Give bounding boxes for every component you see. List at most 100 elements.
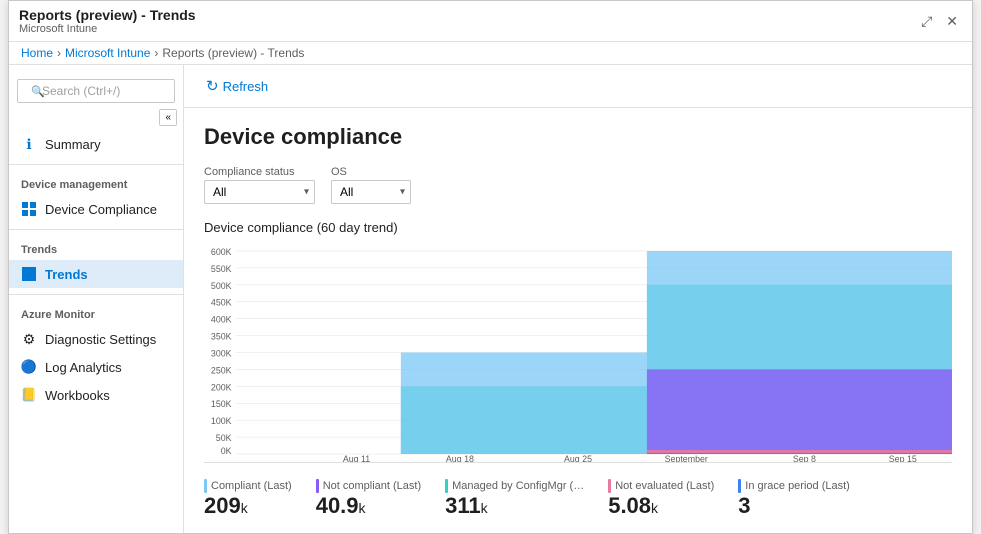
window-controls: ⤢ ✕ bbox=[917, 11, 962, 32]
legend-configmgr: Managed by ConfigMgr (… 311k bbox=[445, 479, 584, 517]
svg-text:500K: 500K bbox=[211, 281, 232, 291]
sidebar-item-device-compliance[interactable]: Device Compliance bbox=[9, 195, 183, 223]
sidebar-item-diagnostic-settings[interactable]: ⚙ Diagnostic Settings bbox=[9, 325, 183, 353]
app-window: Reports (preview) - Trends Microsoft Int… bbox=[8, 0, 973, 534]
legend-value-configmgr: 311k bbox=[445, 495, 584, 517]
content-area: ↻ Refresh Device compliance Compliance s… bbox=[184, 65, 972, 533]
sidebar-item-workbooks[interactable]: 📒 Workbooks bbox=[9, 381, 183, 409]
refresh-icon: ↻ bbox=[206, 77, 219, 95]
close-button[interactable]: ✕ bbox=[942, 11, 962, 32]
svg-text:400K: 400K bbox=[211, 315, 232, 325]
search-container: 🔍 bbox=[17, 79, 175, 103]
chart-section: Device compliance (60 day trend) 600K 55… bbox=[204, 220, 952, 517]
legend-value-not-evaluated: 5.08k bbox=[608, 495, 714, 517]
legend-color-grace-period bbox=[738, 479, 741, 493]
legend-label-not-compliant: Not compliant (Last) bbox=[323, 480, 421, 492]
sidebar-section-device-management: Device management bbox=[9, 171, 183, 195]
title-bar: Reports (preview) - Trends Microsoft Int… bbox=[9, 1, 972, 42]
legend-unit-configmgr: k bbox=[481, 500, 488, 516]
svg-text:300K: 300K bbox=[211, 348, 232, 358]
legend-unit-not-compliant: k bbox=[359, 500, 366, 516]
svg-text:Aug 11: Aug 11 bbox=[343, 454, 370, 462]
compliance-status-filter: Compliance status All Compliant Not comp… bbox=[204, 166, 315, 204]
sidebar-section-trends: Trends bbox=[9, 236, 183, 260]
compliance-status-label: Compliance status bbox=[204, 166, 315, 178]
sidebar-item-label: Log Analytics bbox=[45, 360, 122, 375]
sidebar-item-trends[interactable]: Trends bbox=[9, 260, 183, 288]
diagnostic-settings-icon: ⚙ bbox=[21, 331, 37, 347]
svg-text:September: September bbox=[665, 454, 708, 462]
legend-value-grace-period: 3 bbox=[738, 495, 850, 517]
legend-label-compliant: Compliant (Last) bbox=[211, 480, 292, 492]
svg-text:200K: 200K bbox=[211, 382, 232, 392]
page-title: Device compliance bbox=[204, 124, 952, 150]
sidebar-collapse-button[interactable]: « bbox=[159, 109, 177, 126]
breadcrumb-intune[interactable]: Microsoft Intune bbox=[65, 46, 150, 60]
workbooks-icon: 📒 bbox=[21, 387, 37, 403]
legend-unit-not-evaluated: k bbox=[651, 500, 658, 516]
os-select-wrapper: All Windows iOS Android macOS bbox=[331, 180, 411, 204]
divider-1 bbox=[9, 164, 183, 165]
divider-2 bbox=[9, 229, 183, 230]
legend-color-configmgr bbox=[445, 479, 448, 493]
sidebar-item-log-analytics[interactable]: 🔵 Log Analytics bbox=[9, 353, 183, 381]
os-select[interactable]: All Windows iOS Android macOS bbox=[331, 180, 411, 204]
sidebar-item-label: Diagnostic Settings bbox=[45, 332, 156, 347]
maximize-button[interactable]: ⤢ bbox=[917, 11, 936, 32]
trends-icon bbox=[21, 266, 37, 282]
svg-text:0K: 0K bbox=[221, 446, 232, 456]
filter-row: Compliance status All Compliant Not comp… bbox=[204, 166, 952, 204]
sidebar-item-label: Device Compliance bbox=[45, 202, 157, 217]
refresh-label: Refresh bbox=[223, 79, 269, 94]
device-compliance-icon bbox=[21, 201, 37, 217]
svg-text:550K: 550K bbox=[211, 264, 232, 274]
legend-compliant: Compliant (Last) 209k bbox=[204, 479, 292, 517]
svg-text:50K: 50K bbox=[216, 433, 232, 443]
sidebar-item-label: Summary bbox=[45, 137, 101, 152]
sidebar-item-summary[interactable]: ℹ Summary bbox=[9, 130, 183, 158]
chart-title: Device compliance (60 day trend) bbox=[204, 220, 952, 235]
sidebar-item-label: Trends bbox=[45, 267, 88, 282]
chart-svg: 600K 550K 500K 450K 400K 350K 300K 250K … bbox=[204, 243, 952, 462]
svg-text:100K: 100K bbox=[211, 416, 232, 426]
legend-not-compliant: Not compliant (Last) 40.9k bbox=[316, 479, 421, 517]
refresh-button[interactable]: ↻ Refresh bbox=[200, 73, 274, 99]
legend-not-evaluated: Not evaluated (Last) 5.08k bbox=[608, 479, 714, 517]
legend-label-configmgr: Managed by ConfigMgr (… bbox=[452, 480, 584, 492]
svg-text:250K: 250K bbox=[211, 365, 232, 375]
content-body: Device compliance Compliance status All … bbox=[184, 108, 972, 533]
legend-label-not-evaluated: Not evaluated (Last) bbox=[615, 480, 714, 492]
svg-text:Aug 25: Aug 25 bbox=[564, 454, 592, 462]
svg-text:150K: 150K bbox=[211, 399, 232, 409]
sidebar-search-wrapper: 🔍 bbox=[9, 73, 183, 109]
compliance-status-select[interactable]: All Compliant Not compliant Not evaluate… bbox=[204, 180, 315, 204]
os-label: OS bbox=[331, 166, 411, 178]
svg-text:Sep 15: Sep 15 bbox=[889, 454, 917, 462]
breadcrumb: Home › Microsoft Intune › Reports (previ… bbox=[9, 42, 972, 65]
log-analytics-icon: 🔵 bbox=[21, 359, 37, 375]
legend-value-not-compliant: 40.9k bbox=[316, 495, 421, 517]
search-icon: 🔍 bbox=[31, 85, 45, 98]
title-bar-left: Reports (preview) - Trends Microsoft Int… bbox=[19, 7, 196, 35]
legend-label-grace-period: In grace period (Last) bbox=[745, 480, 850, 492]
window-title: Reports (preview) - Trends bbox=[19, 7, 196, 23]
window-subtitle: Microsoft Intune bbox=[19, 23, 196, 35]
legend-color-not-evaluated bbox=[608, 479, 611, 493]
legend-value-compliant: 209k bbox=[204, 495, 292, 517]
svg-text:Sep 8: Sep 8 bbox=[793, 454, 816, 462]
info-icon: ℹ bbox=[21, 136, 37, 152]
legend-unit-compliant: k bbox=[241, 500, 248, 516]
legend-color-not-compliant bbox=[316, 479, 319, 493]
compliance-status-select-wrapper: All Compliant Not compliant Not evaluate… bbox=[204, 180, 315, 204]
svg-text:350K: 350K bbox=[211, 332, 232, 342]
legend-color-compliant bbox=[204, 479, 207, 493]
svg-text:600K: 600K bbox=[211, 247, 232, 257]
breadcrumb-home[interactable]: Home bbox=[21, 46, 53, 60]
divider-3 bbox=[9, 294, 183, 295]
chart-container: 600K 550K 500K 450K 400K 350K 300K 250K … bbox=[204, 243, 952, 463]
content-toolbar: ↻ Refresh bbox=[184, 65, 972, 108]
sidebar-section-azure-monitor: Azure Monitor bbox=[9, 301, 183, 325]
svg-text:450K: 450K bbox=[211, 298, 232, 308]
breadcrumb-current: Reports (preview) - Trends bbox=[162, 46, 304, 60]
chart-legend: Compliant (Last) 209k Not compliant (Las… bbox=[204, 479, 952, 517]
